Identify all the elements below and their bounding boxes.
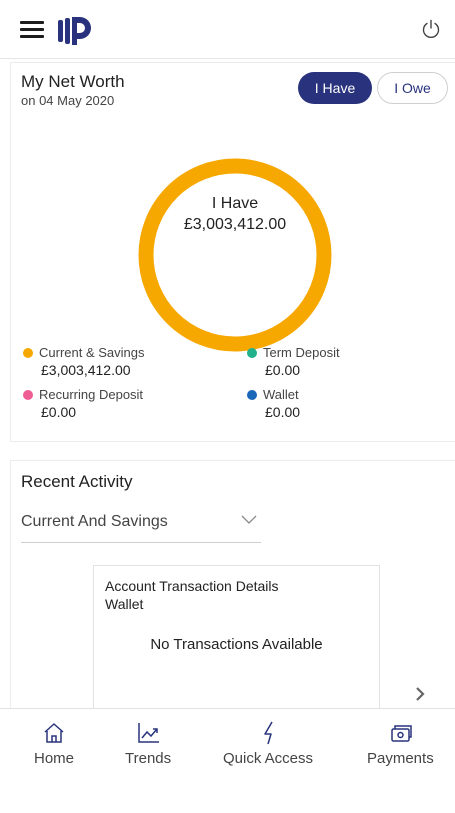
transaction-card-subtitle: Wallet bbox=[105, 596, 144, 612]
legend-item-current-savings: Current & Savings £3,003,412.00 bbox=[23, 345, 223, 381]
nav-payments[interactable]: Payments bbox=[365, 709, 445, 779]
i-have-toggle-button[interactable]: I Have bbox=[298, 72, 372, 104]
no-transactions-message: No Transactions Available bbox=[150, 636, 323, 653]
legend-item-term-deposit: Term Deposit £0.00 bbox=[247, 345, 447, 381]
bottom-navigation: Home Trends Quick Access Payments bbox=[0, 708, 455, 813]
transaction-details-card: Account Transaction Details Wallet No Tr… bbox=[93, 565, 380, 711]
i-owe-toggle-button[interactable]: I Owe bbox=[377, 72, 448, 104]
transaction-card-title: Account Transaction Details bbox=[105, 578, 279, 594]
legend-name: Current & Savings bbox=[39, 345, 145, 360]
payments-icon bbox=[391, 725, 412, 742]
nav-label: Trends bbox=[125, 750, 172, 767]
nav-label: Payments bbox=[367, 750, 434, 767]
legend-name: Term Deposit bbox=[263, 345, 340, 360]
home-icon bbox=[44, 723, 64, 743]
net-worth-donut-chart bbox=[138, 158, 332, 352]
nav-trends[interactable]: Trends bbox=[118, 709, 188, 779]
legend-dot bbox=[247, 348, 257, 358]
legend-value: £0.00 bbox=[41, 404, 77, 420]
account-type-selected: Current And Savings bbox=[21, 513, 168, 530]
legend-item-recurring-deposit: Recurring Deposit £0.00 bbox=[23, 387, 223, 423]
trends-icon bbox=[138, 723, 159, 743]
bank-logo-icon[interactable] bbox=[58, 14, 92, 48]
lightning-icon bbox=[264, 721, 273, 745]
recent-activity-title: Recent Activity bbox=[21, 472, 133, 491]
donut-center-label: I Have bbox=[211, 195, 259, 212]
donut-center-amount: £3,003,412.00 bbox=[183, 216, 287, 233]
power-icon[interactable] bbox=[421, 19, 441, 39]
legend-dot bbox=[23, 348, 33, 358]
net-worth-date: on 04 May 2020 bbox=[21, 93, 115, 108]
chevron-right-icon[interactable] bbox=[414, 686, 426, 702]
legend-name: Wallet bbox=[263, 387, 299, 402]
legend-dot bbox=[23, 390, 33, 400]
nav-quick-access[interactable]: Quick Access bbox=[220, 709, 330, 779]
nav-label: Quick Access bbox=[223, 750, 314, 767]
account-type-dropdown[interactable]: Current And Savings bbox=[21, 511, 261, 543]
nav-label: Home bbox=[34, 750, 75, 767]
legend-value: £3,003,412.00 bbox=[41, 362, 131, 378]
net-worth-card: My Net Worth on 04 May 2020 I Have I Owe… bbox=[10, 62, 455, 442]
net-worth-title: My Net Worth bbox=[21, 72, 125, 91]
top-bar bbox=[0, 0, 455, 59]
donut-ring-current-savings bbox=[138, 158, 332, 352]
nav-home[interactable]: Home bbox=[20, 709, 90, 779]
hamburger-menu-icon[interactable] bbox=[20, 21, 44, 39]
chevron-down-icon bbox=[241, 515, 257, 524]
legend-value: £0.00 bbox=[265, 404, 301, 420]
recent-activity-card: Recent Activity Current And Savings Acco… bbox=[10, 460, 455, 712]
legend-dot bbox=[247, 390, 257, 400]
legend-name: Recurring Deposit bbox=[39, 387, 144, 402]
legend-item-wallet: Wallet £0.00 bbox=[247, 387, 447, 423]
legend-value: £0.00 bbox=[265, 362, 301, 378]
